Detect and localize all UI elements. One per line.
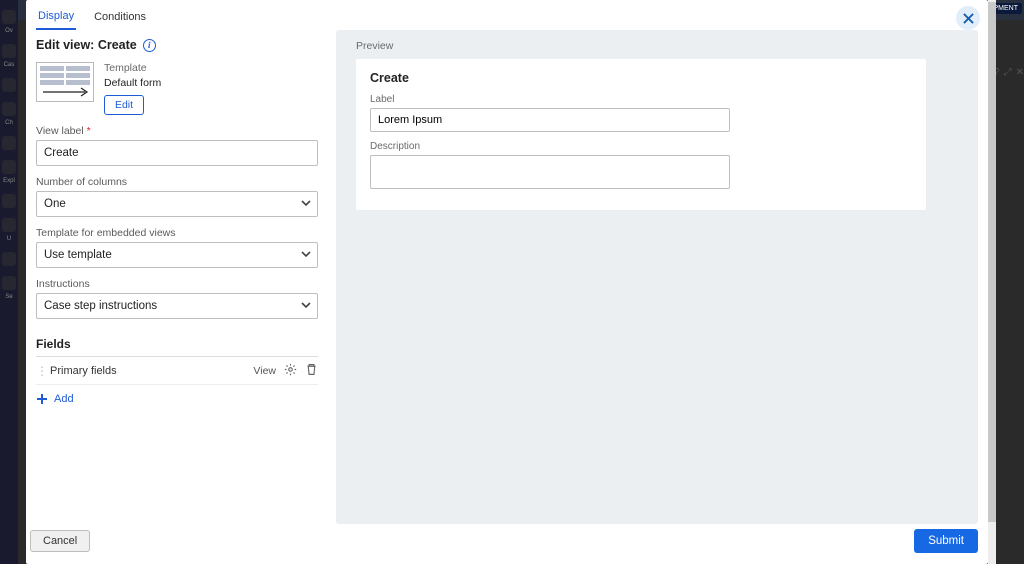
close-icon xyxy=(963,13,974,24)
preview-description-label: Description xyxy=(370,141,912,152)
app-left-rail: Ov Cas Ch Expl U Se xyxy=(0,0,18,564)
embedded-template-label: Template for embedded views xyxy=(36,227,318,239)
view-label-input[interactable] xyxy=(36,140,318,166)
template-thumbnail xyxy=(36,62,94,102)
instructions-label: Instructions xyxy=(36,278,318,290)
preview-label-label: Label xyxy=(370,94,912,105)
gear-icon[interactable] xyxy=(284,363,297,379)
scrollbar-thumb[interactable] xyxy=(988,2,996,522)
edit-template-button[interactable]: Edit xyxy=(104,95,144,115)
template-value: Default form xyxy=(104,77,161,89)
edit-view-modal: Display Conditions Edit view: Create i xyxy=(26,0,988,564)
preview-description-input[interactable] xyxy=(370,155,730,189)
view-label-label: View label * xyxy=(36,125,318,137)
preview-label: Preview xyxy=(356,40,958,52)
num-columns-select[interactable]: One xyxy=(36,191,318,217)
modal-tabs: Display Conditions xyxy=(26,0,988,30)
preview-panel: Preview Create Label Description xyxy=(336,30,978,524)
cancel-button[interactable]: Cancel xyxy=(30,530,90,552)
add-label: Add xyxy=(54,393,74,405)
trash-icon[interactable] xyxy=(305,363,318,379)
config-panel: Edit view: Create i Template Default for… xyxy=(36,30,318,524)
field-row-primary[interactable]: ⋮ Primary fields View xyxy=(36,357,318,385)
tab-conditions[interactable]: Conditions xyxy=(92,9,148,29)
preview-heading: Create xyxy=(370,71,912,85)
field-name: Primary fields xyxy=(50,365,245,377)
embedded-template-select[interactable]: Use template xyxy=(36,242,318,268)
template-label: Template xyxy=(104,62,161,74)
drag-handle-icon[interactable]: ⋮ xyxy=(36,365,42,377)
info-icon[interactable]: i xyxy=(143,39,156,52)
plus-icon xyxy=(36,393,48,405)
modal-scrollbar[interactable] xyxy=(988,0,996,564)
submit-button[interactable]: Submit xyxy=(914,529,978,553)
field-view-label: View xyxy=(253,365,276,377)
add-field-button[interactable]: Add xyxy=(36,393,318,405)
num-columns-label: Number of columns xyxy=(36,176,318,188)
tab-display[interactable]: Display xyxy=(36,8,76,30)
panel-title: Edit view: Create xyxy=(36,38,137,52)
close-button[interactable] xyxy=(956,6,980,30)
preview-card: Create Label Description xyxy=(356,59,926,210)
preview-label-input[interactable] xyxy=(370,108,730,132)
fields-heading: Fields xyxy=(36,337,318,351)
modal-footer: Cancel Submit xyxy=(26,524,988,564)
arrow-icon xyxy=(41,87,89,97)
instructions-select[interactable]: Case step instructions xyxy=(36,293,318,319)
